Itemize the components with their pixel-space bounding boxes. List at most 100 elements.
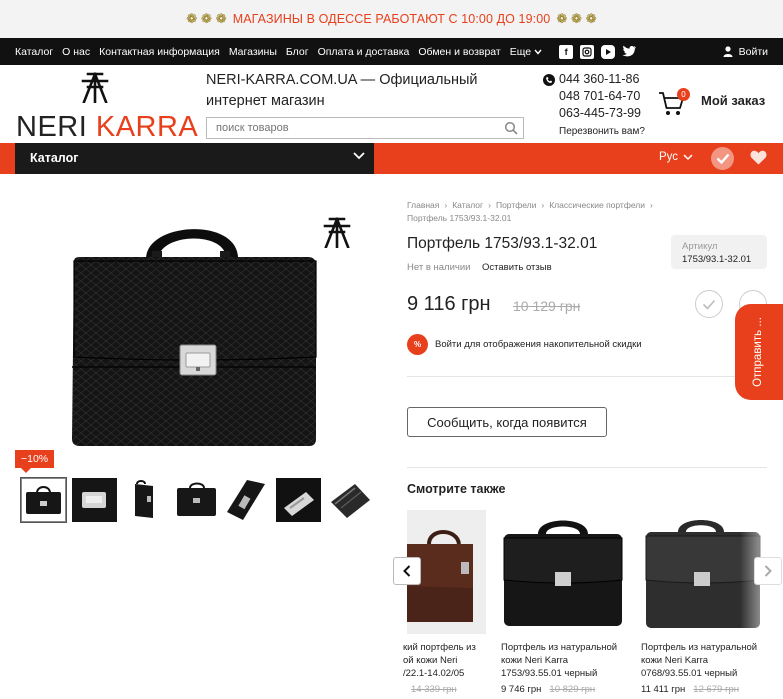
thumbnail-7[interactable] [327, 478, 372, 522]
breadcrumb-home[interactable]: Главная [407, 200, 439, 210]
site-header: NERI KARRA NERI-KARRA.COM.UA — Официальн… [0, 65, 783, 143]
nav-item-stores[interactable]: Магазины [229, 46, 277, 58]
thumbnail-3[interactable] [123, 478, 168, 522]
nav-item-blog[interactable]: Блог [286, 46, 309, 58]
carousel-prev-button[interactable] [393, 557, 421, 585]
thumbnail-6[interactable] [276, 478, 321, 522]
phone-block: 044 360-11-86 048 701-64-70 063-445-73-9… [543, 71, 645, 140]
breadcrumb-catalog[interactable]: Каталог [452, 200, 483, 210]
logo-text-neri: NERI [16, 111, 88, 143]
carousel-item-3-current-price: 11 411 грн [641, 684, 686, 695]
logo-text-karra: KARRA [95, 111, 199, 143]
logo-mark-icon [81, 72, 109, 103]
discount-percent-icon: % [407, 334, 428, 355]
nav-item-contacts[interactable]: Контактная информация [99, 46, 220, 58]
promo-login-link[interactable]: Войти для отображения накопительной скид… [435, 339, 642, 350]
thumbnail-5[interactable] [225, 478, 270, 522]
chevron-down-icon [353, 152, 365, 160]
search-input[interactable] [207, 118, 497, 138]
thumbnail-4[interactable] [174, 478, 219, 522]
catalog-label: Каталог [30, 151, 79, 165]
nav-item-catalog[interactable]: Каталог [15, 46, 53, 58]
nav-item-exchange-return[interactable]: Обмен и возврат [418, 46, 500, 58]
nav-item-payment-delivery[interactable]: Оплата и доставка [318, 46, 410, 58]
carousel-item-2-name[interactable]: Портфель из натуральной кожи Neri Karra … [501, 641, 631, 680]
phone-number-1[interactable]: 044 360-11-86 [559, 71, 639, 88]
flower-ornament-left: ❁ ❁ ❁ [186, 11, 227, 26]
login-link[interactable]: Войти [723, 46, 768, 58]
instagram-icon[interactable] [580, 44, 595, 59]
breadcrumb: Главная › Каталог › Портфели › Классические по… [407, 199, 697, 225]
stock-status: Нет в наличии [407, 262, 471, 273]
social-links: f [559, 44, 637, 59]
product-main-image[interactable] [66, 217, 322, 448]
search-icon[interactable] [504, 121, 518, 135]
facebook-icon[interactable]: f [559, 44, 574, 59]
search-box [206, 117, 524, 139]
catalog-dropdown-button[interactable]: Каталог [15, 143, 374, 174]
favorites-button[interactable] [750, 150, 767, 170]
chevron-right-icon [764, 565, 772, 577]
catalog-bar: Каталог Рус [0, 143, 783, 174]
carousel-item-1-old-price: 14 339 грн [411, 684, 457, 695]
feedback-side-tab[interactable]: Отправить ... [735, 304, 783, 400]
checkmark-icon [716, 153, 729, 164]
my-order-link[interactable]: Мой заказ [701, 93, 765, 108]
language-selector[interactable]: Рус [659, 151, 693, 163]
carousel-item-1-price: 14 339 грн [411, 684, 457, 695]
thumbnail-1[interactable] [20, 477, 67, 523]
language-label: Рус [659, 151, 679, 163]
chevron-down-icon [534, 49, 542, 55]
carousel-item-3-name[interactable]: Портфель из натуральной кожи Neri Karra … [641, 641, 771, 680]
sku-label: Артикул [682, 241, 718, 252]
carousel-item-2-image[interactable] [500, 510, 626, 634]
phone-number-3[interactable]: 063-445-73-99 [543, 105, 645, 122]
nav-more-dropdown[interactable]: Еще [510, 46, 542, 58]
breadcrumb-classic-briefcases[interactable]: Классические портфели [549, 200, 645, 210]
youtube-icon[interactable] [601, 44, 616, 59]
heart-icon [750, 150, 767, 165]
carousel-item-3-price: 11 411 грн 12 679 грн [641, 684, 739, 695]
carousel-item-3-old-price: 12 679 грн [693, 684, 739, 695]
breadcrumb-separator: › [649, 200, 653, 210]
compare-list-button[interactable] [711, 147, 734, 170]
phone-number-2[interactable]: 048 701-64-70 [543, 88, 645, 105]
callback-link[interactable]: Перезвонить вам? [543, 123, 645, 140]
checkmark-icon [702, 299, 716, 310]
top-navigation: Каталог О нас Контактная информация Мага… [0, 38, 783, 65]
twitter-icon[interactable] [622, 45, 637, 59]
top-banner: ❁ ❁ ❁ МАГАЗИНЫ В ОДЕССЕ РАБОТАЮТ С 10:00… [0, 0, 783, 38]
login-label: Войти [738, 45, 768, 58]
add-to-compare-button[interactable] [695, 290, 723, 318]
nav-item-about[interactable]: О нас [62, 46, 90, 58]
carousel-item-2-current-price: 9 746 грн [501, 684, 542, 695]
thumbnail-2[interactable] [72, 478, 117, 522]
leave-review-link[interactable]: Оставить отзыв [482, 262, 552, 273]
site-title: NERI-KARRA.COM.UA — Официальный интернет… [206, 72, 478, 109]
feedback-side-tab-label: Отправить ... [752, 317, 764, 387]
cart-button[interactable]: 0 [658, 88, 690, 122]
carousel-item-2-old-price: 10 829 грн [549, 684, 596, 695]
discount-badge: −10% [15, 450, 55, 473]
phone-icon [543, 73, 555, 86]
carousel-item-2-price: 9 746 грн 10 829 грн [501, 684, 595, 695]
thumbnail-strip [20, 477, 372, 523]
product-title: Портфель 1753/93.1-32.01 [407, 235, 598, 252]
carousel-item-1-name[interactable]: кий портфель из ой кожи Neri /22.1-14.02… [403, 641, 487, 680]
sku-box: Артикул 1753/93.1-32.01 [671, 235, 767, 269]
chevron-down-icon [683, 153, 693, 160]
user-icon [723, 46, 733, 57]
divider [407, 376, 767, 377]
brand-logo-icon [323, 217, 351, 248]
chevron-left-icon [403, 565, 411, 577]
notify-when-available-button[interactable]: Сообщить, когда появится [407, 407, 607, 437]
current-price: 9 116 грн [407, 293, 491, 315]
carousel-next-button[interactable] [754, 557, 782, 585]
breadcrumb-separator: › [541, 200, 545, 210]
banner-text: МАГАЗИНЫ В ОДЕССЕ РАБОТАЮТ С 10:00 ДО 19… [232, 12, 551, 26]
divider [407, 467, 767, 468]
breadcrumb-separator: › [444, 200, 448, 210]
breadcrumb-separator: › [488, 200, 491, 210]
breadcrumb-briefcases[interactable]: Портфели [496, 200, 536, 210]
flower-ornament-right: ❁ ❁ ❁ [556, 11, 597, 26]
